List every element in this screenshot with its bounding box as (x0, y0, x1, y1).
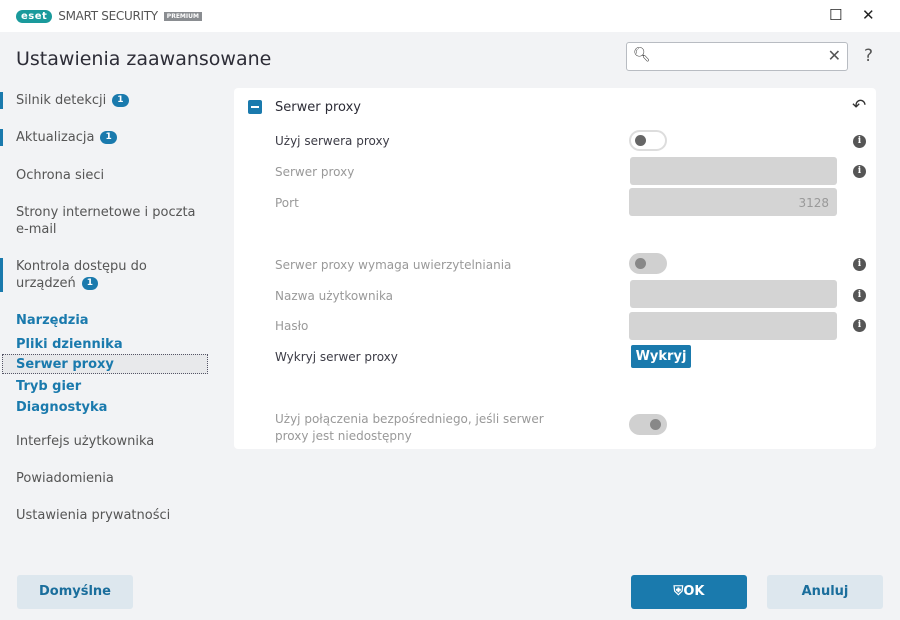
search-icon: 🔍︎ (633, 47, 651, 63)
ok-button[interactable]: ⛨OK (631, 575, 747, 609)
product-name: SMART SECURITY (58, 9, 158, 23)
app-logo: eset SMART SECURITY PREMIUM (16, 9, 202, 23)
section-title: Serwer proxy (275, 100, 361, 115)
use-proxy-toggle[interactable] (629, 130, 667, 151)
sidebar-item-tools[interactable]: Narzędzia (16, 312, 89, 329)
sidebar-item-privacy[interactable]: Ustawienia prywatności (16, 507, 170, 524)
username-label: Nazwa użytkownika (275, 289, 394, 303)
auth-required-label: Serwer proxy wymaga uwierzytelniania (275, 258, 512, 272)
password-input[interactable] (629, 312, 837, 340)
edition-badge: PREMIUM (163, 11, 202, 21)
info-icon[interactable]: i (853, 319, 866, 332)
badge: 1 (100, 131, 117, 144)
auth-required-toggle[interactable] (629, 253, 667, 274)
title-bar: eset SMART SECURITY PREMIUM ☐ ✕ (0, 0, 900, 32)
shield-icon: ⛨ (673, 584, 684, 599)
collapse-icon[interactable] (248, 100, 262, 114)
sidebar-item-user-interface[interactable]: Interfejs użytkownika (16, 433, 154, 450)
maximize-button[interactable]: ☐ (829, 6, 842, 24)
sidebar-item-label: Aktualizacja (16, 130, 95, 145)
search-input[interactable]: 🔍︎ ✕ (626, 42, 848, 71)
sidebar-item-gamer-mode[interactable]: Tryb gier (16, 378, 81, 395)
password-label: Hasło (275, 319, 309, 333)
sidebar-item-detection-engine[interactable]: Silnik detekcji 1 (0, 92, 129, 109)
sidebar-item-notifications[interactable]: Powiadomienia (16, 470, 114, 487)
info-icon[interactable]: i (853, 165, 866, 178)
info-icon[interactable]: i (853, 135, 866, 148)
proxy-server-input[interactable] (630, 157, 837, 185)
help-button[interactable]: ? (864, 46, 873, 66)
sidebar-item-device-control[interactable]: Kontrola dostępu do urządzeń 1 (0, 258, 175, 292)
direct-connection-label: Użyj połączenia bezpośredniego, jeśli se… (275, 412, 544, 443)
revert-icon[interactable]: ↶ (852, 96, 866, 116)
badge: 1 (81, 277, 98, 290)
proxy-settings-panel: Serwer proxy ↶ Użyj serwera proxy i Serw… (234, 88, 876, 449)
direct-connection-toggle[interactable] (629, 414, 667, 435)
ok-label: OK (683, 584, 705, 599)
close-button[interactable]: ✕ (862, 6, 875, 24)
port-input[interactable]: 3128 (629, 188, 837, 216)
port-label: Port (275, 196, 299, 210)
detect-button[interactable]: Wykryj (631, 345, 691, 368)
cancel-button[interactable]: Anuluj (767, 575, 883, 609)
proxy-server-label: Serwer proxy (275, 165, 355, 179)
sidebar-item-proxy-server[interactable]: Serwer proxy (2, 354, 208, 374)
clear-search-icon[interactable]: ✕ (828, 46, 841, 65)
username-input[interactable] (630, 280, 837, 308)
eset-logo: eset (16, 9, 53, 23)
use-proxy-label: Użyj serwera proxy (275, 134, 390, 148)
page-title: Ustawienia zaawansowane (16, 48, 272, 70)
sidebar-item-update[interactable]: Aktualizacja 1 (0, 129, 117, 146)
sidebar-item-log-files[interactable]: Pliki dziennika (16, 336, 123, 353)
sidebar-item-diagnostics[interactable]: Diagnostyka (16, 399, 107, 416)
badge: 1 (112, 94, 129, 107)
detect-proxy-label: Wykryj serwer proxy (275, 350, 398, 364)
default-button[interactable]: Domyślne (17, 575, 133, 609)
info-icon[interactable]: i (853, 289, 866, 302)
sidebar-item-label: Silnik detekcji (16, 93, 107, 108)
sidebar-item-web-email[interactable]: Strony internetowe i poczta e-mail (16, 204, 201, 238)
info-icon[interactable]: i (853, 258, 866, 271)
sidebar-item-network[interactable]: Ochrona sieci (16, 167, 104, 184)
sidebar-item-label: Kontrola dostępu do urządzeń (16, 259, 147, 291)
